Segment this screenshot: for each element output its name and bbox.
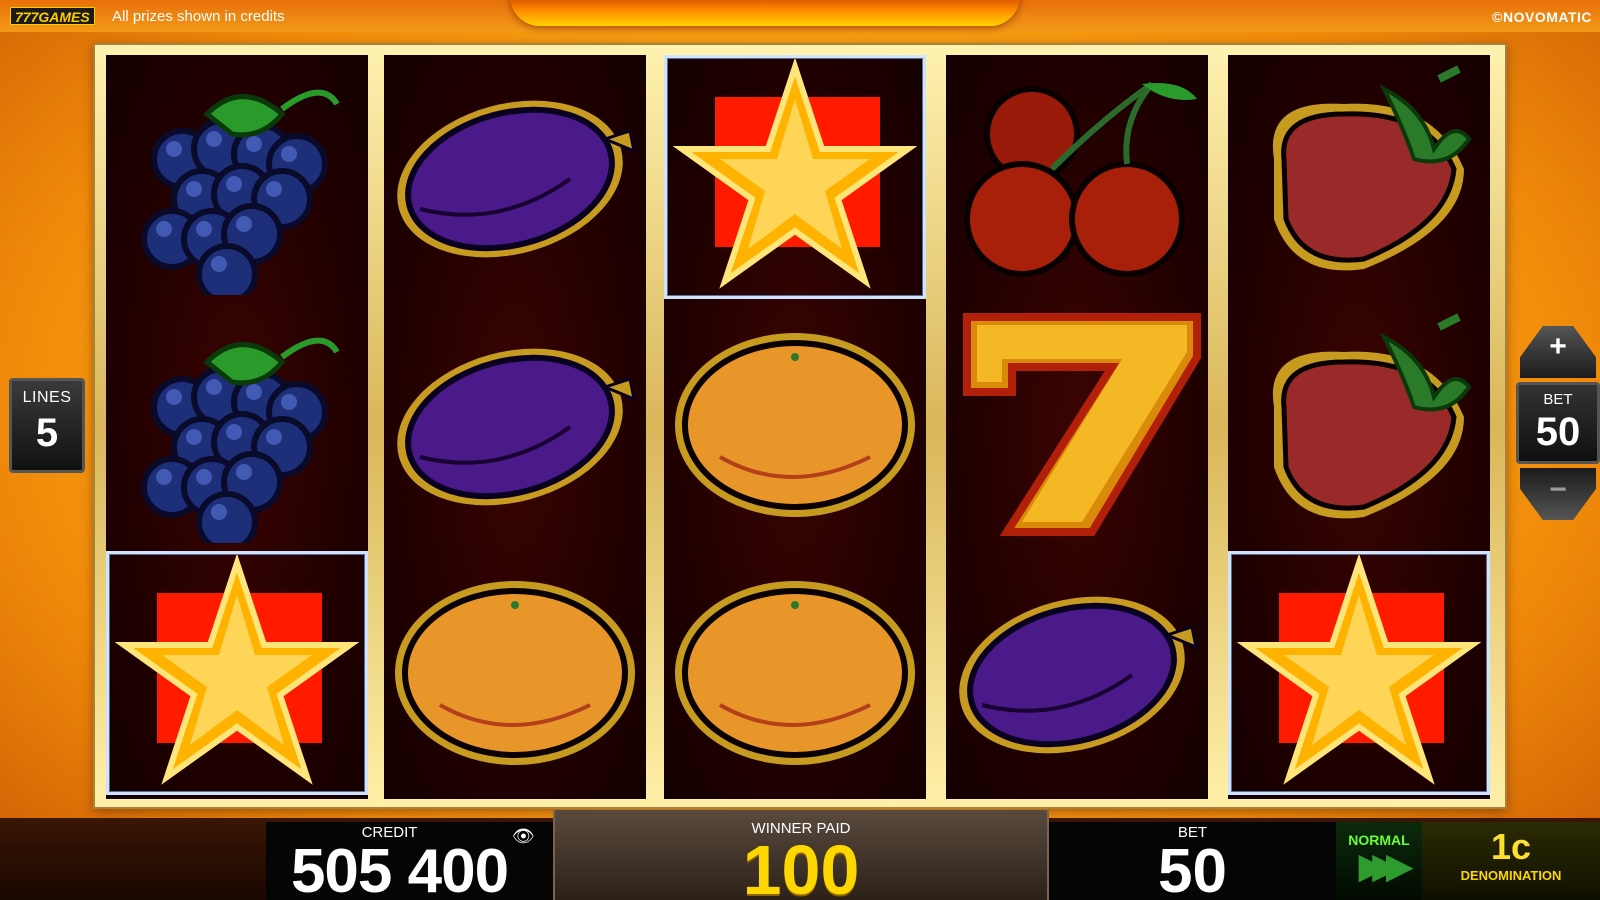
speed-button[interactable]: NORMAL ▶▶▶: [1336, 822, 1422, 900]
winner-value: 100: [742, 831, 860, 900]
bet-panel: BET 50: [1049, 822, 1336, 900]
strawberry-symbol: [1228, 303, 1490, 547]
bet-increase-button[interactable]: +: [1520, 326, 1596, 378]
reel-4: [946, 55, 1208, 799]
eye-icon[interactable]: 👁: [512, 826, 535, 847]
star-symbol: [1228, 551, 1490, 795]
bet-label: BET: [1543, 391, 1573, 408]
grapes-symbol: [106, 55, 368, 299]
credit-panel: CREDIT 505 400 👁: [266, 822, 553, 900]
orange-symbol: [664, 551, 926, 795]
bet-value: 50: [1535, 410, 1581, 454]
plum-symbol: [384, 303, 646, 547]
credit-value: 505 400: [290, 837, 509, 900]
brand-logo: 777GAMES: [10, 7, 95, 25]
denomination-button[interactable]: 1c DENOMINATION: [1422, 822, 1600, 900]
reel-2: [384, 55, 646, 799]
bottom-panel: CREDIT 505 400 👁 WINNER PAID 100 BET 50 …: [0, 810, 1600, 900]
bet-control: + BET 50 −: [1516, 326, 1600, 520]
reel-1: [106, 55, 368, 799]
bet-decrease-button[interactable]: −: [1520, 468, 1596, 520]
orange-symbol: [384, 551, 646, 795]
fast-forward-icon: ▶▶▶: [1358, 845, 1413, 886]
orange-symbol: [664, 303, 926, 547]
cherries-symbol: [946, 55, 1208, 299]
plum-symbol: [946, 551, 1208, 795]
strawberry-symbol: [1228, 55, 1490, 299]
seven-symbol: [946, 303, 1208, 547]
grapes-symbol: [106, 303, 368, 547]
denomination-value: 1c: [1490, 826, 1532, 867]
reel-5: [1228, 55, 1490, 799]
denomination-label: DENOMINATION: [1460, 868, 1562, 883]
copyright: ©NOVOMATIC: [1492, 9, 1592, 25]
bet-panel-value: 50: [1158, 837, 1227, 900]
winner-panel: WINNER PAID 100: [553, 810, 1049, 900]
game-logo: [510, 0, 1020, 26]
lines-value: 5: [35, 411, 59, 455]
prizes-note: All prizes shown in credits: [112, 8, 285, 25]
lines-display[interactable]: LINES 5: [9, 378, 85, 473]
bet-display: BET 50: [1516, 382, 1600, 464]
lines-label: LINES: [22, 389, 72, 406]
star-symbol: [106, 551, 368, 795]
plum-symbol: [384, 55, 646, 299]
reel-3: [664, 55, 926, 799]
star-symbol: [664, 55, 926, 299]
